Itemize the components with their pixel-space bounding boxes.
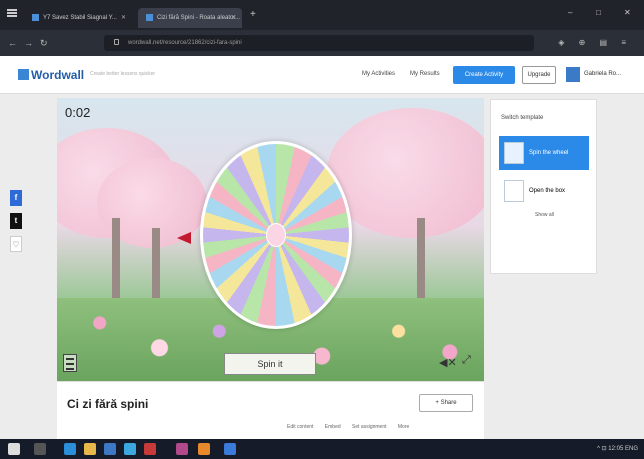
browser-tab-bar: Y7 Savez Stabil Siagnal Y... ✕ Cizi fără… <box>0 0 644 30</box>
edge-icon[interactable] <box>64 443 76 455</box>
logo-icon <box>18 69 29 80</box>
site-header: Wordwall Create better lessons quicker M… <box>0 56 644 94</box>
social-share-rail: f t ♡ <box>10 190 22 259</box>
back-icon[interactable]: ← <box>8 38 17 48</box>
minimize-button[interactable]: – <box>568 8 572 17</box>
fullscreen-icon[interactable]: ⤢ <box>462 354 471 367</box>
opera-icon[interactable] <box>144 443 156 455</box>
lock-icon <box>114 39 119 45</box>
activity-info-bar: Ci zi fără spini + Share Edit content Em… <box>57 381 484 439</box>
forward-icon[interactable]: → <box>24 38 33 48</box>
tree-trunk <box>417 218 425 298</box>
new-tab-button[interactable]: + <box>250 9 256 20</box>
user-menu[interactable]: Gabriela Ro... <box>566 66 634 84</box>
tree-trunk <box>112 218 120 298</box>
reload-icon[interactable]: ↻ <box>40 38 48 49</box>
store-icon[interactable] <box>104 443 116 455</box>
set-assignment-link[interactable]: Set assignment <box>352 424 386 430</box>
windows-taskbar: ^ ⊡ 12:05 ENG <box>0 439 644 459</box>
switch-template-panel: Switch template Spin the wheel Open the … <box>490 99 597 274</box>
wheel-thumbnail-icon <box>504 142 524 164</box>
switch-template-title: Switch template <box>501 115 544 121</box>
create-activity-button[interactable]: Create Activity <box>453 66 515 84</box>
tree-trunk <box>152 228 160 298</box>
tab-close-icon[interactable]: ✕ <box>121 14 126 21</box>
browser-extension-icons[interactable]: ◈ ⊕ ▤ ≡ <box>558 38 632 47</box>
timer: 0:02 <box>65 105 91 120</box>
app-icon[interactable] <box>176 443 188 455</box>
template-open-the-box[interactable]: Open the box <box>499 174 589 208</box>
windows-icon[interactable] <box>8 443 20 455</box>
tagline: Create better lessons quicker <box>90 71 156 77</box>
wheel-hub <box>266 223 286 247</box>
browser-tab[interactable]: Y7 Savez Stabil Siagnal Y... ✕ <box>24 8 132 28</box>
embed-link[interactable]: Embed <box>325 424 341 430</box>
more-link[interactable]: More <box>398 424 409 430</box>
my-results-link[interactable]: My Results <box>410 71 440 77</box>
share-button[interactable]: + Share <box>419 394 473 412</box>
game-stage[interactable]: 0:02 Spin it ◀✕ ⤢ <box>57 98 484 381</box>
avatar <box>566 67 580 82</box>
facebook-share-button[interactable]: f <box>10 190 22 206</box>
browser-menu-icon[interactable] <box>7 9 17 17</box>
files-icon[interactable] <box>84 443 96 455</box>
tab-favicon-icon <box>32 14 39 21</box>
tab-favicon-icon <box>146 14 153 21</box>
tab-close-icon[interactable]: ✕ <box>231 14 236 21</box>
chrome-icon[interactable] <box>124 443 136 455</box>
wordwall-logo[interactable]: Wordwall <box>18 68 84 82</box>
maximize-button[interactable]: □ <box>596 8 601 17</box>
show-all-link[interactable]: Show all <box>535 212 554 218</box>
favorite-icon[interactable]: ♡ <box>10 236 22 252</box>
template-spin-the-wheel[interactable]: Spin the wheel <box>499 136 589 170</box>
spin-wheel[interactable] <box>200 141 352 329</box>
address-bar[interactable]: wordwall.net/resource/21862/cizi-fara-sp… <box>104 35 534 51</box>
menu-icon[interactable] <box>63 354 77 372</box>
twitter-share-button[interactable]: t <box>10 213 22 229</box>
my-activities-link[interactable]: My Activities <box>362 71 395 77</box>
box-thumbnail-icon <box>504 180 524 202</box>
wheel-pointer <box>177 232 191 244</box>
speaker-mute-icon[interactable]: ◀✕ <box>439 356 457 369</box>
close-window-button[interactable]: ✕ <box>624 8 631 17</box>
activity-actions: Edit content Embed Set assignment More <box>287 424 419 430</box>
edit-content-link[interactable]: Edit content <box>287 424 313 430</box>
search-icon[interactable] <box>34 443 46 455</box>
browser-nav-bar: ← → ↻ wordwall.net/resource/21862/cizi-f… <box>0 30 644 56</box>
upgrade-button[interactable]: Upgrade <box>522 66 556 84</box>
activity-title: Ci zi fără spini <box>67 397 149 411</box>
system-tray[interactable]: ^ ⊡ 12:05 ENG <box>597 445 638 452</box>
browser-tab-active[interactable]: Cizi fără Spini - Roata aleator... ✕ <box>138 8 242 28</box>
mail-icon[interactable] <box>224 443 236 455</box>
vlc-icon[interactable] <box>198 443 210 455</box>
spin-button[interactable]: Spin it <box>224 353 316 375</box>
